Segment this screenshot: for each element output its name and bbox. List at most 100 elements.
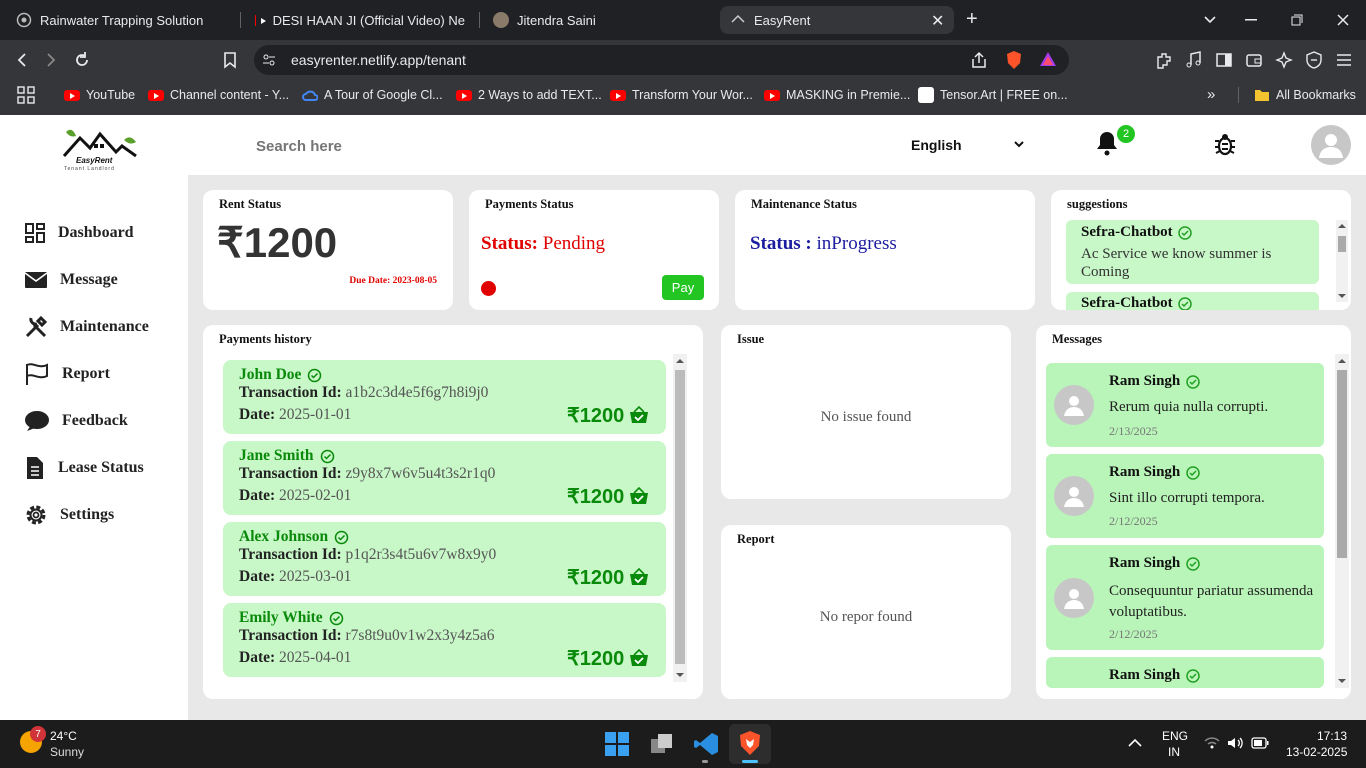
browser-tab-4[interactable]: EasyRent — [720, 6, 954, 34]
browser-tab-3[interactable]: Jitendra Saini — [483, 6, 713, 34]
sidebar-item-lease-status[interactable]: Lease Status — [24, 455, 144, 481]
payment-item[interactable]: Alex Johnson Transaction Id: p1q2r3s4t5u… — [223, 522, 666, 596]
windows-start-icon[interactable] — [605, 732, 629, 756]
battery-icon[interactable] — [1251, 737, 1269, 749]
leo-ai-icon[interactable] — [1275, 51, 1293, 69]
bookmark-item[interactable]: 2 Ways to add TEXT... — [456, 86, 602, 104]
notification-bell[interactable]: 2 — [1095, 125, 1135, 156]
url-text[interactable]: easyrenter.netlify.app/tenant — [291, 52, 466, 68]
sender-name: Ram Singh — [1109, 555, 1181, 571]
media-icon[interactable] — [1185, 51, 1203, 69]
task-view-icon[interactable] — [650, 733, 674, 755]
more-bookmarks-icon[interactable]: » — [1207, 86, 1215, 103]
message-item[interactable]: Ram Singh Rerum quia nulla corrupti. 2/1… — [1046, 363, 1324, 447]
scroll-thumb[interactable] — [1338, 236, 1346, 252]
message-item[interactable]: Ram Singh Consequuntur pariatur assumend… — [1046, 545, 1324, 650]
close-window-icon[interactable] — [1333, 10, 1353, 30]
reload-icon[interactable] — [73, 51, 91, 69]
browser-tab-1[interactable]: Rainwater Trapping Solution — [6, 6, 236, 34]
sidebar-toggle-icon[interactable] — [1215, 51, 1233, 69]
bookmark-item[interactable]: MASKING in Premie... — [764, 86, 910, 104]
minimize-icon[interactable] — [1241, 10, 1261, 30]
all-bookmarks-button[interactable]: All Bookmarks — [1254, 86, 1356, 104]
language-select[interactable]: English — [911, 137, 1024, 153]
brave-rewards-icon[interactable] — [1039, 51, 1057, 67]
scroll-thumb[interactable] — [1337, 370, 1347, 558]
scroll-down-icon[interactable] — [1335, 676, 1349, 686]
sidebar-item-maintenance[interactable]: Maintenance — [24, 314, 149, 340]
vpn-shield-icon[interactable] — [1305, 51, 1323, 69]
share-icon[interactable] — [970, 51, 988, 69]
messages-scrollbar[interactable] — [1335, 354, 1349, 688]
input-language[interactable]: ENG — [1162, 729, 1188, 743]
easyrent-logo[interactable]: EasyRent Tenant Landlord — [60, 126, 140, 174]
message-date: 2/12/2025 — [1109, 627, 1158, 641]
maximize-icon[interactable] — [1287, 10, 1307, 30]
payments-scrollbar[interactable] — [673, 354, 687, 682]
bookmark-item[interactable]: YouTube — [64, 86, 135, 104]
extensions-icon[interactable] — [1155, 51, 1173, 69]
site-info-icon[interactable] — [262, 53, 276, 67]
forward-icon[interactable] — [43, 52, 59, 68]
weather-condition[interactable]: Sunny — [50, 745, 84, 759]
vscode-icon[interactable] — [693, 731, 719, 757]
transaction-row: Transaction Id: z9y8x7w6v5u4t3s2r1q0 — [239, 465, 495, 483]
browser-tab-2[interactable]: DESI HAAN JI (Official Video) Ne — [245, 6, 475, 34]
sidebar-item-feedback[interactable]: Feedback — [24, 408, 128, 434]
close-tab-icon[interactable]: ✕ — [931, 11, 944, 31]
scroll-up-icon[interactable] — [673, 356, 687, 366]
bug-report-button[interactable] — [1212, 131, 1238, 157]
search-input[interactable] — [256, 133, 656, 159]
payment-item[interactable]: Emily White Transaction Id: r7s8t9u0v1w2… — [223, 603, 666, 677]
wallet-icon[interactable] — [1245, 51, 1263, 69]
bookmark-item[interactable]: A Tour of Google Cl... — [302, 86, 443, 104]
youtube-icon — [64, 89, 80, 101]
input-region[interactable]: IN — [1168, 745, 1180, 759]
weather-temp[interactable]: 24°C — [50, 729, 77, 743]
tab-search-icon[interactable] — [1200, 10, 1220, 30]
basket-check-icon — [630, 487, 648, 504]
suggestions-scrollbar[interactable] — [1336, 220, 1348, 302]
sidebar-item-dashboard[interactable]: Dashboard — [24, 220, 134, 246]
scroll-up-icon[interactable] — [1335, 356, 1349, 366]
clock-time[interactable]: 17:13 — [1317, 729, 1347, 743]
scroll-down-icon[interactable] — [1336, 291, 1348, 301]
menu-icon[interactable] — [1336, 52, 1352, 68]
message-item[interactable]: Ram Singh — [1046, 657, 1324, 688]
date-row: Date: 2025-04-01 — [239, 649, 351, 667]
clock-date[interactable]: 13-02-2025 — [1286, 745, 1347, 759]
pay-button[interactable]: Pay — [662, 275, 704, 300]
sidebar-item-message[interactable]: Message — [24, 267, 118, 293]
youtube-icon — [764, 89, 780, 101]
sidebar-item-report[interactable]: Report — [24, 361, 110, 387]
payment-item[interactable]: John Doe Transaction Id: a1b2c3d4e5f6g7h… — [223, 360, 666, 434]
bookmark-item[interactable]: Tensor.Art | FREE on... — [918, 86, 1068, 104]
bookmark-icon[interactable] — [222, 51, 238, 69]
new-tab-icon[interactable]: + — [966, 8, 978, 31]
brave-shield-icon[interactable] — [1005, 50, 1023, 70]
bookmark-item[interactable]: Transform Your Wor... — [610, 86, 753, 104]
sidebar-item-label: Maintenance — [60, 318, 149, 335]
brave-browser-icon[interactable] — [738, 730, 762, 756]
rent-due-date: Due Date: 2023-08-05 — [349, 276, 437, 286]
payment-name-row: John Doe — [239, 366, 322, 384]
payment-amount: ₹1200 — [567, 648, 625, 670]
message-item[interactable]: Ram Singh Sint illo corrupti tempora. 2/… — [1046, 454, 1324, 538]
suggestion-item[interactable]: Sefra-Chatbot Ac Service we know summer … — [1066, 220, 1319, 284]
sender-name: Ram Singh — [1109, 464, 1181, 480]
back-icon[interactable] — [14, 52, 30, 68]
payment-item[interactable]: Jane Smith Transaction Id: z9y8x7w6v5u4t… — [223, 441, 666, 515]
sidebar-item-settings[interactable]: Settings — [24, 502, 114, 528]
wifi-icon[interactable] — [1204, 736, 1220, 750]
scroll-down-icon[interactable] — [673, 670, 687, 680]
transaction-id: r7s8t9u0v1w2x3y4z5a6 — [345, 627, 495, 644]
suggestion-item[interactable]: Sefra-Chatbot — [1066, 292, 1319, 310]
apps-grid-icon[interactable] — [17, 86, 35, 104]
payment-status-line: Status: Pending — [481, 233, 605, 255]
chevron-up-icon[interactable] — [1128, 738, 1142, 748]
volume-icon[interactable] — [1227, 736, 1245, 750]
profile-avatar[interactable] — [1311, 125, 1351, 165]
scroll-up-icon[interactable] — [1336, 221, 1348, 231]
scroll-thumb[interactable] — [675, 370, 685, 664]
bookmark-item[interactable]: Channel content - Y... — [148, 86, 289, 104]
